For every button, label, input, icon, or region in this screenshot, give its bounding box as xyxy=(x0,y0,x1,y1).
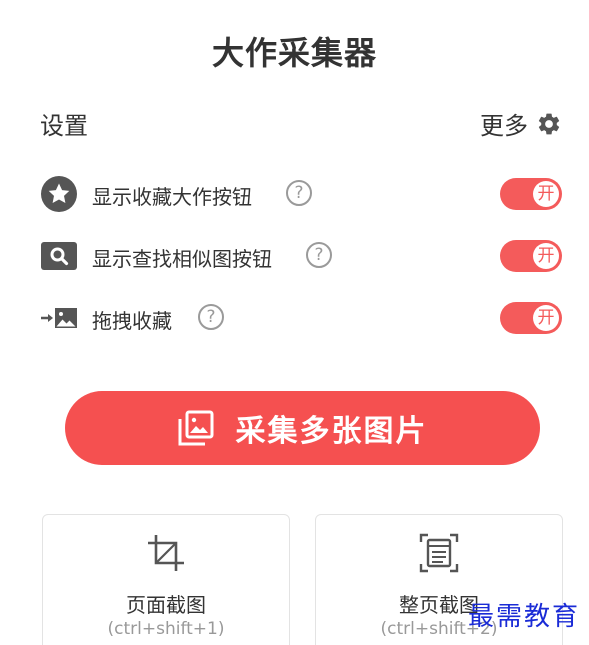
option-label: 拖拽收藏 xyxy=(92,309,172,333)
option-label: 显示查找相似图按钮 xyxy=(92,247,272,271)
option-show-similar-search-button: 显示查找相似图按钮 ? 开 xyxy=(40,236,562,276)
toggle-show-favorite-button[interactable]: 开 xyxy=(500,178,562,210)
toggle-drag-to-favorite[interactable]: 开 xyxy=(500,302,562,334)
help-icon[interactable]: ? xyxy=(306,242,332,268)
toggle-show-similar-search-button[interactable]: 开 xyxy=(500,240,562,272)
drag-image-icon xyxy=(40,300,78,336)
settings-label: 设置 xyxy=(40,112,88,140)
option-show-favorite-button: 显示收藏大作按钮 ? 开 xyxy=(40,174,562,214)
crop-icon xyxy=(148,535,184,571)
app-title: 大作采集器 xyxy=(211,34,377,72)
page-screenshot-card[interactable]: 页面截图 (ctrl+shift+1) xyxy=(42,514,290,645)
help-icon[interactable]: ? xyxy=(198,304,224,330)
watermark-text: 最需教育 xyxy=(468,602,581,632)
full-page-icon xyxy=(419,533,459,573)
star-circle-icon xyxy=(40,176,78,212)
more-button[interactable]: 更多 xyxy=(480,106,562,141)
option-drag-to-favorite: 拖拽收藏 ? 开 xyxy=(40,298,562,338)
toggle-state: 开 xyxy=(533,243,559,269)
toggle-state: 开 xyxy=(533,181,559,207)
option-label: 显示收藏大作按钮 xyxy=(92,185,252,209)
settings-header: 设置 更多 xyxy=(40,104,562,140)
card-shortcut: (ctrl+shift+1) xyxy=(107,619,225,639)
help-icon[interactable]: ? xyxy=(286,180,312,206)
image-search-icon xyxy=(40,238,78,274)
collect-button-label: 采集多张图片 xyxy=(235,414,428,449)
multi-image-icon xyxy=(178,410,213,446)
gear-icon xyxy=(538,113,560,134)
more-label: 更多 xyxy=(480,112,528,140)
card-label: 页面截图 xyxy=(126,593,206,617)
toggle-state: 开 xyxy=(533,305,559,331)
collect-multiple-images-button[interactable]: 采集多张图片 xyxy=(65,391,540,465)
